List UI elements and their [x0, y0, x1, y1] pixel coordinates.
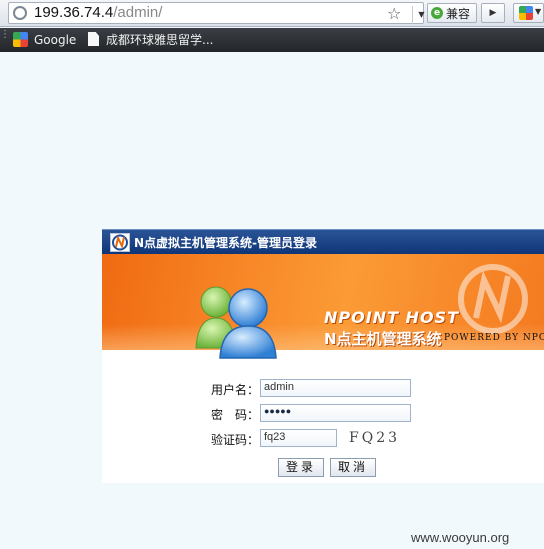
username-label: 用户名： — [211, 383, 260, 397]
login-panel: N点虚拟主机管理系统-管理员登录 NPOINT HOST N点主机管理系统 用户… — [102, 229, 544, 483]
watermark-text: www.wooyun.org — [411, 530, 510, 545]
compat-icon: e — [431, 7, 443, 19]
google-toolbar-icon — [519, 6, 533, 20]
npoint-watermark-icon — [458, 264, 528, 334]
captcha-image[interactable]: FQ23 — [349, 430, 400, 446]
users-avatar-icon — [195, 286, 277, 359]
compat-mode-button[interactable]: e 兼容 — [427, 3, 477, 23]
bookmark-ielts[interactable]: 成都环球雅思留学... — [88, 31, 213, 49]
captcha-input[interactable]: fq23 — [260, 429, 337, 447]
chevron-down-icon: ▼ — [535, 7, 542, 16]
login-button[interactable]: 登录 — [278, 458, 324, 477]
password-input[interactable]: ●●●●● — [260, 404, 411, 422]
bookmark-label: 成都环球雅思留学... — [106, 33, 214, 47]
url-host: 199.36.74.4 — [34, 4, 114, 21]
url-text: 199.36.74.4/admin/ — [34, 4, 162, 21]
star-icon[interactable]: ☆ — [387, 4, 401, 23]
address-bar: 199.36.74.4/admin/ ☆ ▼ e 兼容 ▶ ▼ — [0, 0, 544, 27]
compat-label: 兼容 — [446, 7, 471, 21]
npoint-logo-icon — [110, 233, 130, 252]
bookmarks-grip-icon: ⋮ — [0, 29, 10, 40]
globe-icon — [13, 6, 27, 20]
url-path: /admin/ — [113, 4, 163, 21]
extension-button[interactable]: ▼ — [513, 3, 544, 23]
go-forward-icon[interactable]: ▶ — [481, 3, 505, 23]
google-icon — [13, 32, 28, 47]
powered-by-text: POWERED BY NPOINT — [444, 333, 544, 343]
cancel-button[interactable]: 取消 — [330, 458, 376, 477]
url-field[interactable]: 199.36.74.4/admin/ ☆ ▼ — [8, 2, 425, 24]
login-title: N点虚拟主机管理系统-管理员登录 — [134, 236, 318, 250]
login-titlebar: N点虚拟主机管理系统-管理员登录 — [102, 229, 544, 254]
bookmarks-bar: ⋮ Google 成都环球雅思留学... — [0, 28, 544, 52]
page-icon — [88, 32, 99, 46]
brand-chinese: N点主机管理系统 — [324, 330, 442, 348]
brand-english: NPOINT HOST — [324, 308, 459, 327]
captcha-label: 验证码： — [211, 433, 260, 447]
bookmark-google[interactable]: Google — [13, 31, 76, 49]
bookmark-label: Google — [34, 33, 77, 47]
password-label: 密 码： — [211, 408, 260, 422]
username-input[interactable]: admin — [260, 379, 411, 397]
